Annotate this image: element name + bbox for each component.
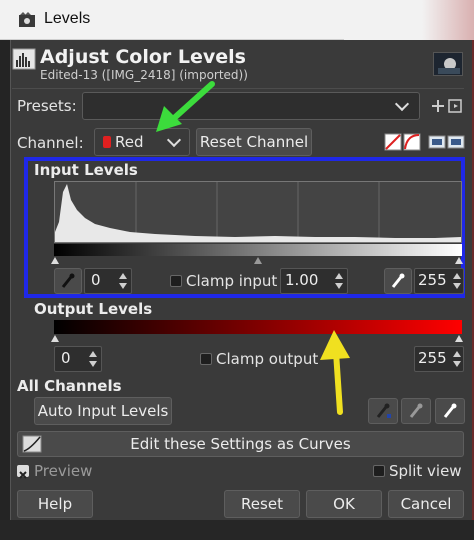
split-view-checkbox[interactable]	[373, 465, 385, 477]
eyedropper-icon	[409, 403, 423, 418]
spin-down-icon[interactable]	[89, 361, 97, 367]
input-high-slider[interactable]	[455, 257, 463, 264]
spin-down-icon[interactable]	[453, 283, 461, 289]
preview-checkbox[interactable]	[17, 465, 29, 479]
pick-gray-point-all-button[interactable]	[401, 398, 431, 424]
image-thumbnail	[433, 52, 463, 76]
split-view-label: Split view	[389, 462, 462, 480]
linear-histogram-icon[interactable]	[384, 133, 402, 151]
input-levels-title: Input Levels	[34, 161, 138, 179]
channel-label: Channel:	[17, 134, 84, 152]
background-bottom	[0, 520, 474, 540]
pick-white-point-all-button[interactable]	[435, 398, 465, 424]
input-low-slider[interactable]	[51, 257, 59, 264]
chevron-down-icon	[394, 96, 410, 112]
input-gamma-spinner[interactable]: 1.00	[280, 268, 348, 294]
cancel-button[interactable]: Cancel	[388, 490, 464, 518]
output-low-slider[interactable]	[51, 335, 59, 342]
background-left	[0, 40, 10, 540]
logarithmic-histogram-icon[interactable]	[403, 133, 421, 151]
input-low-spinner[interactable]: 0	[84, 268, 132, 294]
input-gamma-slider[interactable]	[254, 257, 262, 264]
input-low-value: 0	[91, 271, 101, 289]
edit-as-curves-button[interactable]: Edit these Settings as Curves	[17, 431, 464, 457]
header-separator	[12, 88, 464, 89]
spin-up-icon[interactable]	[89, 351, 97, 357]
curves-icon	[22, 435, 42, 453]
spin-up-icon[interactable]	[335, 273, 343, 279]
output-levels-title: Output Levels	[34, 300, 153, 318]
edit-as-curves-label: Edit these Settings as Curves	[130, 435, 351, 453]
eyedropper-icon	[391, 273, 405, 288]
add-preset-icon[interactable]	[428, 96, 448, 116]
spin-up-icon[interactable]	[453, 351, 461, 357]
checkmark-icon	[19, 471, 27, 479]
input-gradient	[54, 244, 462, 256]
pick-black-point-all-button[interactable]	[368, 398, 398, 424]
white-point-picker-button[interactable]	[384, 268, 412, 294]
spin-up-icon[interactable]	[453, 273, 461, 279]
input-high-spinner[interactable]: 255	[414, 268, 464, 294]
ok-button[interactable]: OK	[306, 490, 382, 518]
background-strip	[344, 0, 474, 40]
levels-icon	[12, 48, 36, 70]
pick-black-icon[interactable]	[428, 133, 446, 151]
channel-value: Red	[115, 133, 144, 151]
eyedropper-icon	[443, 403, 457, 418]
auto-input-levels-button[interactable]: Auto Input Levels	[34, 397, 172, 425]
output-high-value: 255	[418, 349, 447, 367]
output-gradient	[54, 320, 462, 334]
output-low-value: 0	[61, 349, 71, 367]
eyedropper-icon	[376, 403, 391, 418]
input-gamma-value: 1.00	[285, 271, 319, 289]
channel-swatch	[103, 136, 111, 148]
clamp-output-label: Clamp output	[216, 350, 319, 368]
spin-up-icon[interactable]	[119, 273, 127, 279]
title-bar: Levels	[0, 0, 474, 40]
reset-button[interactable]: Reset	[224, 490, 300, 518]
presets-dropdown[interactable]	[82, 92, 420, 120]
window-title: Levels	[44, 10, 91, 27]
clamp-output-checkbox[interactable]	[200, 353, 212, 365]
output-high-slider[interactable]	[455, 335, 463, 342]
input-high-value: 255	[418, 271, 447, 289]
yellow-arrow-annotation	[320, 330, 350, 415]
pick-white-icon[interactable]	[447, 133, 465, 151]
help-button[interactable]: Help	[17, 490, 93, 518]
clamp-input-checkbox[interactable]	[170, 275, 182, 287]
clamp-input-label: Clamp input	[186, 272, 278, 290]
all-channels-title: All Channels	[17, 377, 122, 395]
spin-down-icon[interactable]	[453, 361, 461, 367]
preview-label: Preview	[34, 462, 93, 480]
histogram	[54, 181, 462, 243]
dialog-title: Adjust Color Levels	[40, 46, 246, 68]
output-low-spinner[interactable]: 0	[54, 346, 102, 372]
eyedropper-icon	[61, 273, 75, 288]
gimp-app-icon	[19, 12, 35, 27]
presets-label: Presets:	[17, 97, 77, 115]
green-arrow-annotation	[156, 81, 215, 132]
spin-down-icon[interactable]	[335, 283, 343, 289]
spin-down-icon[interactable]	[119, 283, 127, 289]
output-high-spinner[interactable]: 255	[414, 346, 464, 372]
black-point-picker-button[interactable]	[54, 268, 82, 294]
preset-menu-icon[interactable]	[446, 96, 466, 116]
